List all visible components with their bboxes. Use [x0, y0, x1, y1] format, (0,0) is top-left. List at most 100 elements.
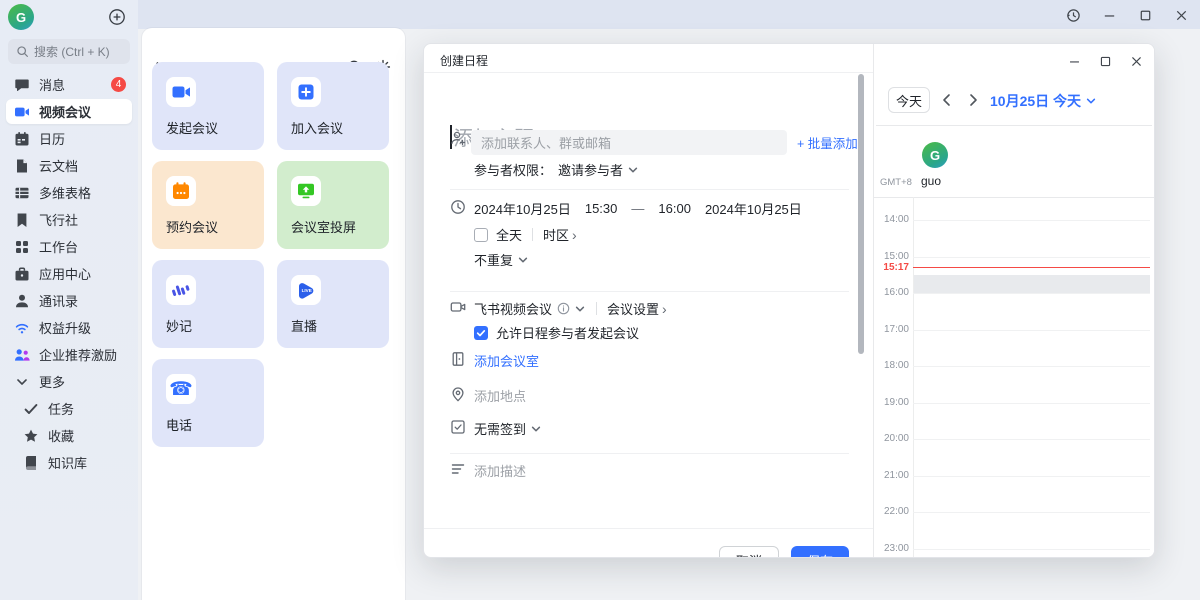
sidebar-item-table[interactable]: 多维表格 — [6, 180, 132, 205]
current-time-label: 15:17 — [876, 262, 909, 273]
description-icon — [450, 461, 466, 477]
card-phone[interactable]: ☎电话 — [152, 359, 264, 447]
history-icon[interactable] — [1062, 4, 1084, 26]
search-input[interactable]: 搜索 (Ctrl + K) — [8, 39, 130, 64]
card-label: 发起会议 — [166, 118, 218, 137]
meeting-type-select[interactable]: 飞书视频会议 — [474, 299, 552, 318]
sidebar-item-star[interactable]: 收藏 — [15, 423, 132, 448]
sidebar-item-person[interactable]: 通讯录 — [6, 288, 132, 313]
sidebar-item-book[interactable]: 知识库 — [15, 450, 132, 475]
minimize-icon[interactable] — [1098, 4, 1120, 26]
all-day-label: 全天 — [496, 225, 522, 244]
bookmark-icon — [14, 212, 30, 228]
sidebar-item-people-duo[interactable]: 企业推荐激励 — [6, 342, 132, 367]
repeat-select[interactable]: 不重复 — [474, 250, 513, 269]
allow-participants-checkbox[interactable] — [474, 326, 488, 340]
calendar-date-select[interactable]: 10月25日 今天 — [990, 91, 1097, 111]
add-icon[interactable] — [108, 8, 126, 26]
plus-square-icon — [291, 77, 321, 107]
chevron-right-icon[interactable] — [966, 93, 980, 107]
end-date[interactable]: 2024年10月25日 — [705, 199, 802, 218]
sidebar-item-calendar[interactable]: 日历 — [6, 126, 132, 151]
sidebar-item-check[interactable]: 任务 — [15, 396, 132, 421]
meeting-room-icon — [450, 351, 466, 367]
sidebar: G 搜索 (Ctrl + K) 消息4 视频会议日历云文档多维表格飞行社工作台应用… — [0, 0, 138, 600]
check-in-select[interactable]: 无需签到 — [474, 419, 526, 438]
card-label: 加入会议 — [291, 118, 343, 137]
card-live[interactable]: LIVE直播 — [277, 260, 389, 348]
grid-icon — [14, 239, 30, 255]
start-time[interactable]: 15:30 — [585, 201, 618, 216]
hour-gridline — [913, 403, 1150, 404]
add-location-input[interactable]: 添加地点 — [474, 386, 526, 405]
selected-time-slot[interactable] — [914, 275, 1150, 293]
calendar-preview-panel: 今天 10月25日 今天 G guo GMT+8 14:0015:0016:00… — [873, 44, 1155, 558]
event-form: 添加主题 添加联系人、群或邮箱 + 批量添加 参与者权限： 邀请参与者 2024… — [424, 74, 873, 558]
location-pin-icon — [450, 386, 466, 402]
sidebar-item-bookmark[interactable]: 飞行社 — [6, 207, 132, 232]
close-icon[interactable] — [1126, 51, 1146, 71]
attendee-input[interactable]: 添加联系人、群或邮箱 — [471, 130, 787, 155]
modal-header: 创建日程 — [424, 44, 873, 73]
maximize-icon[interactable] — [1134, 4, 1156, 26]
card-label: 妙记 — [166, 316, 192, 335]
sidebar-item-label: 视频会议 — [39, 102, 91, 121]
people-duo-icon — [14, 347, 30, 363]
hour-label: 20:00 — [876, 433, 909, 444]
maximize-icon[interactable] — [1095, 51, 1115, 71]
save-button[interactable]: 保存 — [791, 546, 849, 558]
add-room-link[interactable]: 添加会议室 — [474, 351, 539, 370]
sidebar-item-label: 通讯录 — [39, 291, 78, 310]
close-icon[interactable] — [1170, 4, 1192, 26]
end-time[interactable]: 16:00 — [658, 201, 691, 216]
sidebar-item-label: 企业推荐激励 — [39, 345, 117, 364]
card-plus-square[interactable]: 加入会议 — [277, 62, 389, 150]
timezone-link[interactable]: 时区 — [543, 225, 569, 244]
chevron-down-icon — [1085, 95, 1097, 107]
cancel-button[interactable]: 取消 — [719, 546, 779, 558]
sidebar-item-doc[interactable]: 云文档 — [6, 153, 132, 178]
wifi-icon — [14, 320, 30, 336]
modal-footer: 取消 保存 — [424, 528, 873, 558]
form-scrollbar[interactable] — [858, 74, 864, 354]
camera-filled-icon — [166, 77, 196, 107]
start-date[interactable]: 2024年10月25日 — [474, 199, 571, 218]
table-icon — [14, 185, 30, 201]
chevron-right-icon: › — [572, 227, 577, 243]
sidebar-item-chat[interactable]: 消息4 — [6, 72, 132, 97]
chevron-down-icon — [530, 423, 542, 435]
chevron-down-icon — [627, 164, 639, 176]
card-label: 直播 — [291, 316, 317, 335]
card-camera-filled[interactable]: 发起会议 — [152, 62, 264, 150]
doc-icon — [14, 158, 30, 174]
sidebar-item-wifi[interactable]: 权益升级 — [6, 315, 132, 340]
card-minutes[interactable]: 妙记 — [152, 260, 264, 348]
hour-label: 21:00 — [876, 470, 909, 481]
permission-select[interactable]: 邀请参与者 — [558, 160, 623, 179]
all-day-checkbox[interactable] — [474, 228, 488, 242]
calendar-icon — [14, 131, 30, 147]
check-square-icon — [450, 419, 466, 435]
meeting-settings-link[interactable]: 会议设置 — [607, 299, 659, 318]
sidebar-item-grid[interactable]: 工作台 — [6, 234, 132, 259]
description-input[interactable]: 添加描述 — [474, 461, 526, 480]
card-calendar-orange[interactable]: 预约会议 — [152, 161, 264, 249]
sidebar-item-briefcase[interactable]: 应用中心 — [6, 261, 132, 286]
sidebar-item-label: 更多 — [39, 372, 65, 391]
check-icon — [23, 401, 39, 417]
card-label: 电话 — [166, 415, 192, 434]
user-avatar[interactable]: G — [8, 4, 34, 30]
today-button[interactable]: 今天 — [888, 87, 930, 113]
card-screencast[interactable]: 会议室投屏 — [277, 161, 389, 249]
sidebar-item-video[interactable]: 视频会议 — [6, 99, 132, 124]
hour-gridline — [913, 549, 1150, 550]
calendar-orange-icon — [166, 176, 196, 206]
hour-label: 22:00 — [876, 506, 909, 517]
chevron-left-icon[interactable] — [940, 93, 954, 107]
batch-add-link[interactable]: + 批量添加 — [797, 133, 858, 152]
hour-gridline — [913, 257, 1150, 258]
chevron-down-icon — [14, 374, 30, 390]
minimize-icon[interactable] — [1064, 51, 1084, 71]
chevron-right-icon: › — [662, 301, 667, 317]
sidebar-item-chevron-down[interactable]: 更多 — [6, 369, 132, 394]
